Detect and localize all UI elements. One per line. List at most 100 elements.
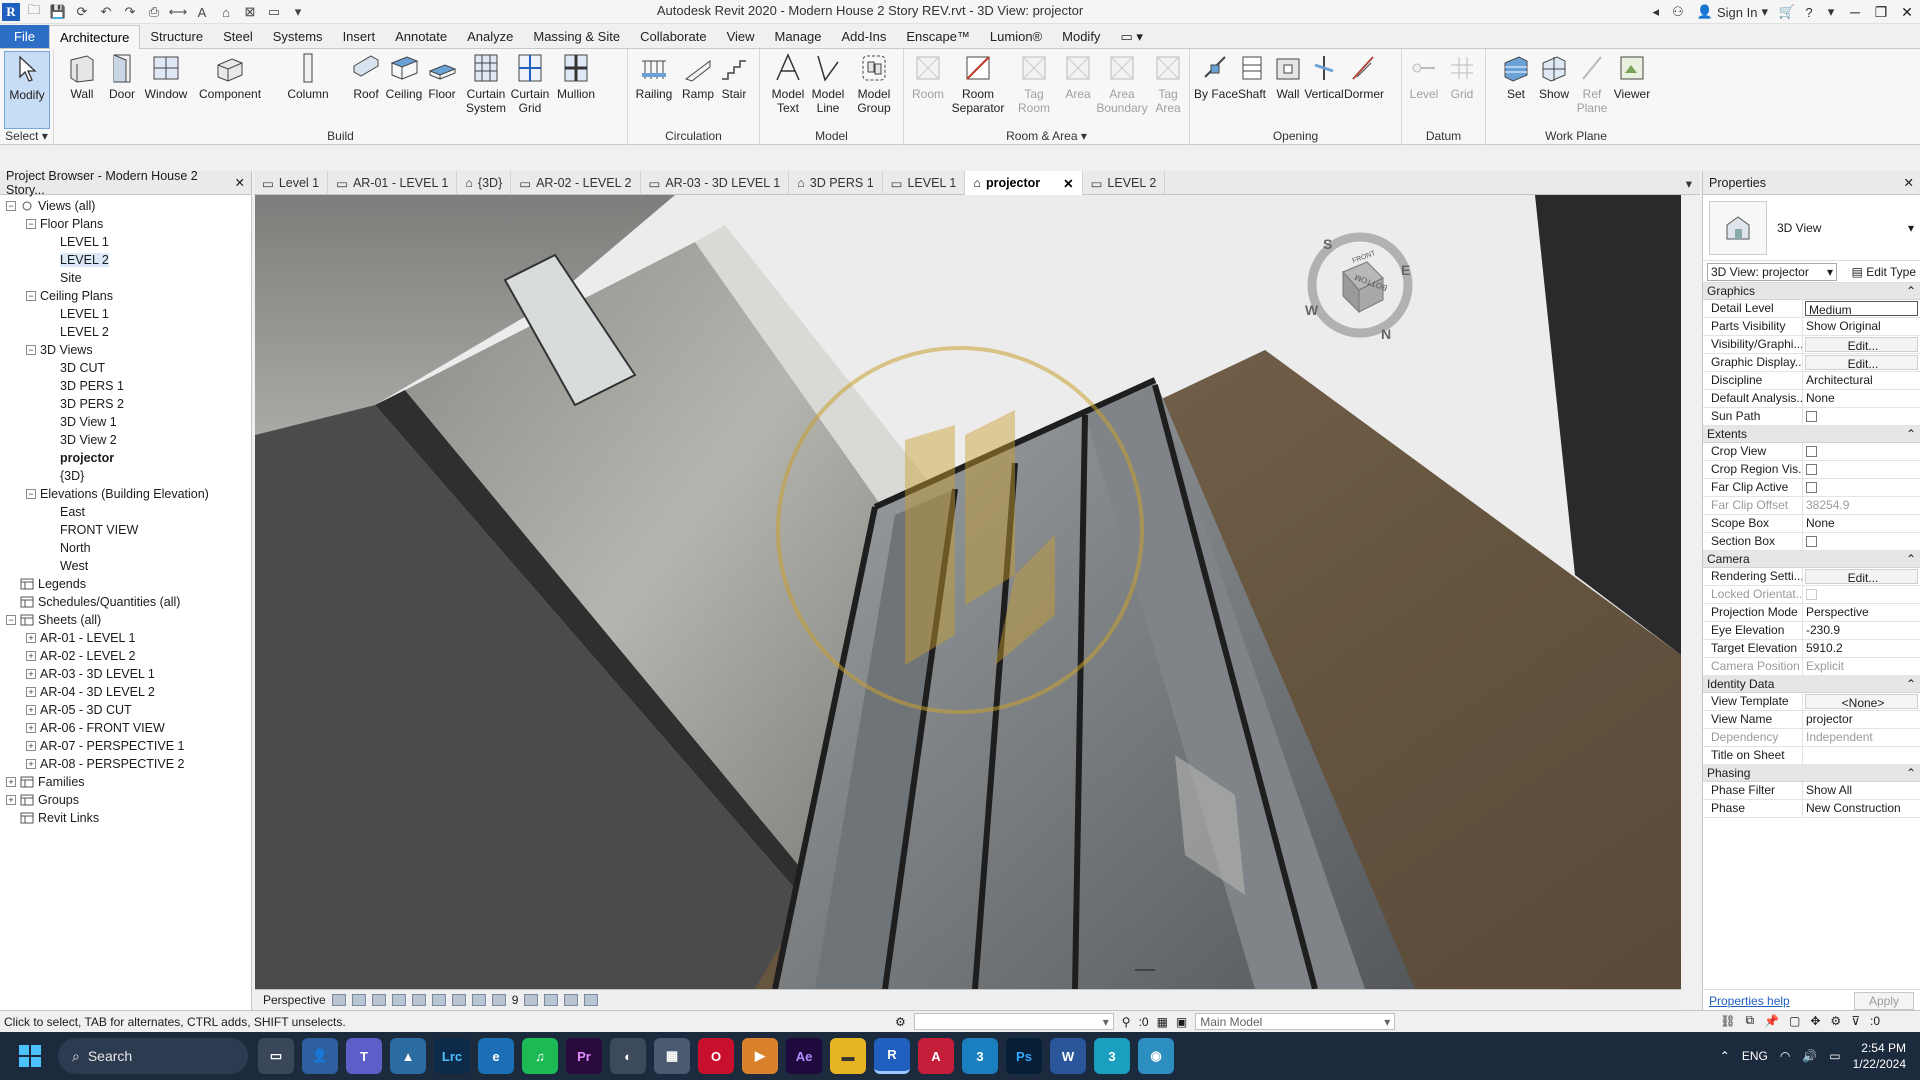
ribbon-tab-systems[interactable]: Systems bbox=[263, 25, 333, 48]
property-category[interactable]: Identity Data ⌃ bbox=[1703, 676, 1920, 693]
tree-item[interactable]: 3D CUT bbox=[0, 359, 251, 377]
chat-icon[interactable]: 👤 bbox=[302, 1038, 338, 1074]
select-group-label[interactable]: Select ▾ bbox=[0, 129, 53, 143]
property-value[interactable]: Architectural bbox=[1803, 372, 1920, 389]
edit-type-button[interactable]: ▤ Edit Type bbox=[1852, 265, 1916, 279]
tree-item[interactable]: LEVEL 2 bbox=[0, 251, 251, 269]
tree-item[interactable]: {3D} bbox=[0, 467, 251, 485]
tree-item[interactable]: projector bbox=[0, 449, 251, 467]
collapse-icon[interactable]: ⌃ bbox=[1906, 677, 1916, 691]
select-underlay-icon[interactable]: ⧉ bbox=[1745, 1013, 1754, 1028]
tree-item[interactable]: 3D PERS 1 bbox=[0, 377, 251, 395]
expand-icon[interactable]: + bbox=[26, 723, 36, 733]
ribbon-tab-modify[interactable]: Modify bbox=[1052, 25, 1110, 48]
ribbon-tab-file[interactable]: File bbox=[0, 25, 49, 48]
tree-item[interactable]: 3D View 2 bbox=[0, 431, 251, 449]
ribbon-tab-enscape[interactable]: Enscape™ bbox=[896, 25, 980, 48]
tree-item[interactable]: + AR-03 - 3D LEVEL 1 bbox=[0, 665, 251, 683]
view-tab[interactable]: ▭ AR-03 - 3D LEVEL 1 bbox=[641, 171, 790, 195]
property-value[interactable] bbox=[1803, 747, 1920, 764]
properties-help-link[interactable]: Properties help bbox=[1709, 994, 1790, 1008]
view-tab[interactable]: ▭ Level 1 bbox=[254, 171, 329, 195]
model-line-button[interactable]: Model Line bbox=[806, 51, 850, 129]
property-value[interactable]: Show Original bbox=[1803, 318, 1920, 335]
compass-west-label[interactable]: W bbox=[1305, 302, 1318, 318]
tree-item[interactable]: LEVEL 2 bbox=[0, 323, 251, 341]
tree-item[interactable]: North bbox=[0, 539, 251, 557]
view-tab[interactable]: ⌂ projector ✕ bbox=[965, 171, 1083, 195]
floor-button[interactable]: Floor bbox=[420, 51, 464, 129]
property-category[interactable]: Extents ⌃ bbox=[1703, 426, 1920, 443]
ribbon-tab-structure[interactable]: Structure bbox=[140, 25, 213, 48]
expand-icon[interactable]: + bbox=[26, 705, 36, 715]
task-view-icon[interactable]: ▭ bbox=[258, 1038, 294, 1074]
photos-icon[interactable]: ▲ bbox=[390, 1038, 426, 1074]
show-constraints-icon[interactable] bbox=[584, 993, 599, 1006]
help-icon[interactable]: ? bbox=[1798, 1, 1820, 23]
expand-icon[interactable]: + bbox=[26, 633, 36, 643]
expand-icon[interactable]: + bbox=[26, 651, 36, 661]
scale-indicator[interactable]: 9 bbox=[512, 993, 519, 1007]
battery-icon[interactable]: ▭ bbox=[1829, 1049, 1840, 1063]
opera-icon[interactable]: O bbox=[698, 1038, 734, 1074]
premiere-icon[interactable]: Pr bbox=[566, 1038, 602, 1074]
ribbon-minimize-icon[interactable]: ▭ ▾ bbox=[1110, 25, 1152, 48]
close-tab-icon[interactable]: ✕ bbox=[1063, 176, 1073, 191]
expand-icon[interactable]: + bbox=[26, 669, 36, 679]
photoshop-icon[interactable]: Ps bbox=[1006, 1038, 1042, 1074]
ribbon-tab-annotate[interactable]: Annotate bbox=[385, 25, 457, 48]
property-checkbox[interactable] bbox=[1803, 479, 1920, 496]
tree-item[interactable]: − Elevations (Building Elevation) bbox=[0, 485, 251, 503]
ribbon-tab-manage[interactable]: Manage bbox=[765, 25, 832, 48]
vertical-button[interactable]: Vertical bbox=[1302, 51, 1346, 129]
design-option-dropdown[interactable]: Main Model ▾ bbox=[1195, 1013, 1396, 1030]
property-checkbox[interactable] bbox=[1803, 443, 1920, 460]
lightroom-icon[interactable]: Lrc bbox=[434, 1038, 470, 1074]
sun-path-icon[interactable] bbox=[371, 993, 386, 1006]
ribbon-tab-add-ins[interactable]: Add-Ins bbox=[832, 25, 897, 48]
railing-button[interactable]: Railing bbox=[632, 51, 676, 129]
chevron-up-icon[interactable]: ⌃ bbox=[1720, 1049, 1730, 1063]
temp-hide-icon[interactable] bbox=[491, 993, 506, 1006]
tree-item[interactable]: Schedules/Quantities (all) bbox=[0, 593, 251, 611]
filter-icon[interactable]: ⊽ bbox=[1851, 1014, 1860, 1028]
expand-icon[interactable]: + bbox=[6, 777, 16, 787]
property-category[interactable]: Camera ⌃ bbox=[1703, 551, 1920, 568]
property-value[interactable]: Show All bbox=[1803, 782, 1920, 799]
globe-icon[interactable]: ◉ bbox=[1138, 1038, 1174, 1074]
clock[interactable]: 2:54 PM 1/22/2024 bbox=[1853, 1040, 1906, 1072]
property-value[interactable]: Medium bbox=[1805, 301, 1918, 316]
help-dropdown-icon[interactable]: ▾ bbox=[1820, 1, 1842, 23]
collapse-icon[interactable]: − bbox=[6, 615, 16, 625]
ribbon-tab-insert[interactable]: Insert bbox=[333, 25, 386, 48]
mullion-button[interactable]: Mullion bbox=[554, 51, 598, 129]
view-tab[interactable]: ⌂ 3D PERS 1 bbox=[789, 171, 883, 195]
ribbon-tab-architecture[interactable]: Architecture bbox=[48, 25, 141, 49]
after-effects-icon[interactable]: Ae bbox=[786, 1038, 822, 1074]
minimize-button[interactable]: ─ bbox=[1842, 0, 1868, 24]
tree-item[interactable]: − Ceiling Plans bbox=[0, 287, 251, 305]
view-tab[interactable]: ▭ AR-02 - LEVEL 2 bbox=[511, 171, 641, 195]
view-tab[interactable]: ⌂ {3D} bbox=[457, 171, 512, 195]
grid-button[interactable]: Grid bbox=[1440, 51, 1484, 129]
background-process-icon[interactable]: ⚙ bbox=[1830, 1014, 1841, 1028]
room-area-group-label[interactable]: Room & Area ▾ bbox=[904, 129, 1189, 143]
room-button[interactable]: Room bbox=[906, 51, 950, 129]
tree-item[interactable]: LEVEL 1 bbox=[0, 305, 251, 323]
collapse-icon[interactable]: ⌃ bbox=[1906, 284, 1916, 298]
file-explorer-icon[interactable]: ▬ bbox=[830, 1038, 866, 1074]
collapse-icon[interactable]: ⌃ bbox=[1906, 427, 1916, 441]
collapse-icon[interactable]: ⌃ bbox=[1906, 766, 1916, 780]
tree-item[interactable]: + AR-01 - LEVEL 1 bbox=[0, 629, 251, 647]
curtain-grid-button[interactable]: Curtain Grid bbox=[508, 51, 552, 129]
tree-item[interactable]: − Floor Plans bbox=[0, 215, 251, 233]
3d-viewport[interactable]: FRONT BOTTOM S E W N bbox=[255, 195, 1681, 989]
spotify-icon[interactable]: ♫ bbox=[522, 1038, 558, 1074]
detail-level-icon[interactable] bbox=[331, 993, 346, 1006]
media-player-icon[interactable]: ▶ bbox=[742, 1038, 778, 1074]
lock-3d-icon[interactable] bbox=[471, 993, 486, 1006]
tree-item[interactable]: − Sheets (all) bbox=[0, 611, 251, 629]
tree-item[interactable]: − Views (all) bbox=[0, 197, 251, 215]
render-icon[interactable] bbox=[411, 993, 426, 1006]
tag-room-button[interactable]: Tag Room bbox=[1012, 51, 1056, 129]
